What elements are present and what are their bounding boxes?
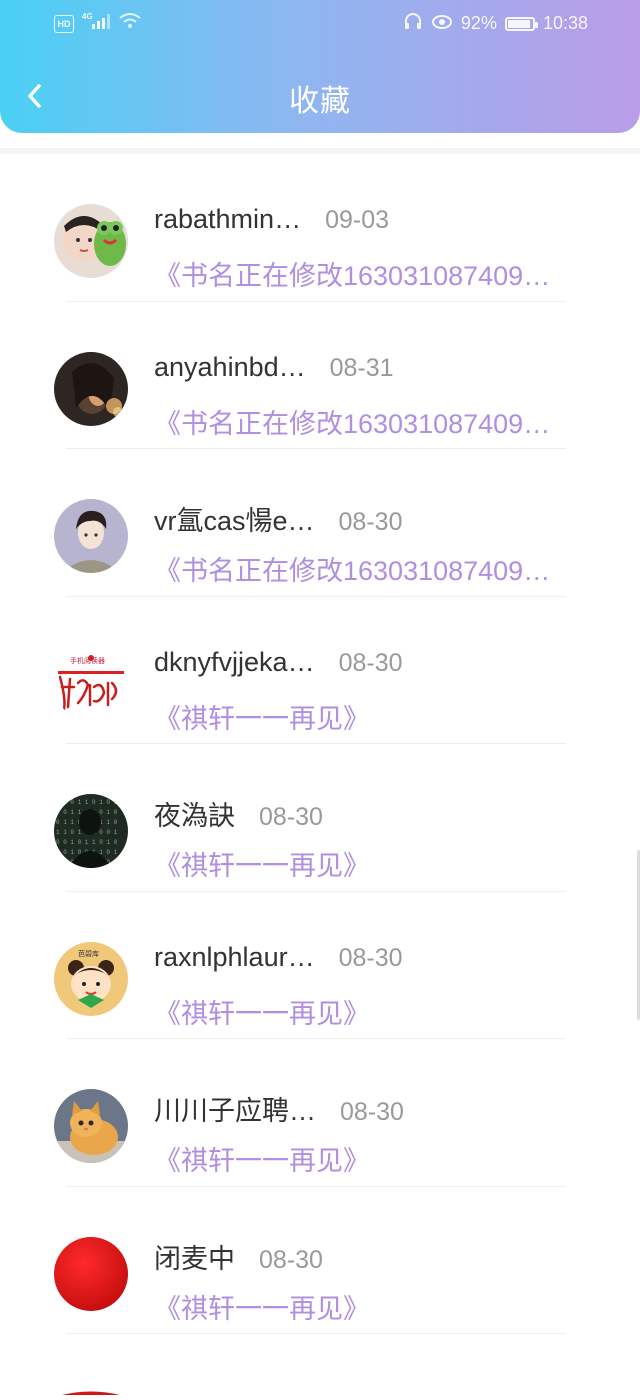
user-name: rabathmin… — [154, 204, 302, 234]
item-header: 闭麦中 08-30 — [154, 1237, 323, 1276]
item-date: 08-30 — [338, 508, 403, 536]
svg-text:0 1 0 1 1 0 1 0 1: 0 1 0 1 1 0 1 0 1 — [56, 799, 118, 806]
item-header: rabathmin… 09-03 — [154, 204, 389, 235]
item-date: 08-30 — [259, 803, 323, 831]
item-header: 夜溈訣 08-30 — [154, 794, 323, 833]
avatar[interactable] — [54, 204, 128, 278]
avatar[interactable] — [54, 499, 128, 573]
svg-text:芭碧库: 芭碧库 — [78, 949, 99, 958]
user-name: raxnlphlaur… — [154, 941, 315, 972]
divider — [66, 1333, 566, 1334]
item-header: 川川子应聘… 08-30 — [154, 1089, 404, 1128]
book-title-link[interactable]: 《书名正在修改163031087409… — [154, 549, 576, 588]
avatar[interactable]: 0 1 0 1 1 0 1 0 11 0 1 1 0 1 0 1 00 1 1 … — [54, 794, 128, 868]
user-name: 夜溈訣 — [154, 801, 235, 831]
book-title-link[interactable]: 《祺轩一一再见》 — [154, 697, 576, 736]
book-title-link[interactable]: 《祺轩一一再见》 — [154, 1287, 576, 1326]
list-item[interactable]: anyahinbd… 08-31 《书名正在修改163031087409… — [0, 302, 640, 449]
avatar[interactable]: 芭碧库 — [54, 941, 128, 1016]
avatar[interactable] — [54, 1236, 128, 1311]
list-item[interactable]: 0 1 0 1 1 0 1 0 11 0 1 1 0 1 0 1 00 1 1 … — [0, 744, 640, 892]
svg-text:手机阅读器: 手机阅读器 — [70, 656, 105, 665]
list-item[interactable]: rabathmin… 09-03 《书名正在修改163031087409… — [0, 154, 640, 302]
avatar[interactable] — [54, 1089, 128, 1163]
book-title-link[interactable]: 《书名正在修改163031087409… — [154, 254, 576, 293]
page-title: 收藏 — [289, 85, 351, 118]
svg-text:0 0 1 0 1 1 0 1 0: 0 0 1 0 1 1 0 1 0 — [56, 839, 118, 846]
book-title-link[interactable]: 《祺轩一一再见》 — [154, 1139, 576, 1178]
item-date: 08-30 — [338, 943, 403, 972]
item-header: dknyfvjjeka… 08-30 — [154, 647, 403, 678]
item-date: 08-30 — [259, 1245, 323, 1274]
eye-comfort-icon — [431, 12, 453, 35]
item-date: 08-31 — [329, 353, 394, 382]
battery-percent: 92% — [460, 13, 497, 33]
clock: 10:38 — [542, 13, 588, 33]
item-header: vr氲cas愓e… 08-30 — [154, 499, 402, 538]
headphones-icon — [403, 12, 423, 35]
svg-text:4G: 4G — [82, 12, 93, 21]
book-title-link[interactable]: 《祺轩一一再见》 — [154, 992, 576, 1031]
signal-icon: 4G — [82, 12, 110, 35]
list-item[interactable]: 川川子应聘… 08-30 《祺轩一一再见》 — [0, 1039, 640, 1187]
status-bar: HD 4G 92% 10:38 — [0, 0, 640, 48]
user-name: 川川子应聘… — [154, 1096, 316, 1126]
item-date: 08-30 — [340, 1098, 404, 1126]
user-name: vr氲cas愓e… — [154, 506, 315, 536]
user-name: anyahinbd… — [154, 351, 306, 382]
list-item[interactable]: 芭碧库 raxnlphlaur… 08-30 《祺轩一一再见》 — [0, 892, 640, 1039]
partial-next-item — [0, 1382, 640, 1395]
battery-icon — [504, 16, 538, 31]
book-title-link[interactable]: 《书名正在修改163031087409… — [154, 402, 576, 441]
user-name: dknyfvjjeka… — [154, 646, 315, 677]
list-item[interactable]: 手机阅读器 dknyfvjjeka… 08-30 《祺轩一一再见》 — [0, 597, 640, 744]
item-date: 08-30 — [338, 648, 403, 677]
user-name: 闭麦中 — [154, 1243, 235, 1274]
avatar[interactable]: 手机阅读器 — [54, 646, 128, 721]
wifi-icon — [118, 12, 142, 35]
item-date: 09-03 — [325, 206, 390, 234]
list-item[interactable]: vr氲cas愓e… 08-30 《书名正在修改163031087409… — [0, 449, 640, 597]
hd-icon: HD — [54, 14, 74, 33]
favorites-list: rabathmin… 09-03 《书名正在修改163031087409… anyah… — [0, 148, 640, 1334]
book-title-link[interactable]: 《祺轩一一再见》 — [154, 844, 576, 883]
item-header: anyahinbd… 08-31 — [154, 352, 394, 383]
item-header: raxnlphlaur… 08-30 — [154, 942, 403, 973]
avatar[interactable] — [54, 351, 128, 426]
app-header: HD 4G 92% 10:38 收藏 — [0, 0, 640, 133]
list-item[interactable]: 闭麦中 08-30 《祺轩一一再见》 — [0, 1187, 640, 1334]
